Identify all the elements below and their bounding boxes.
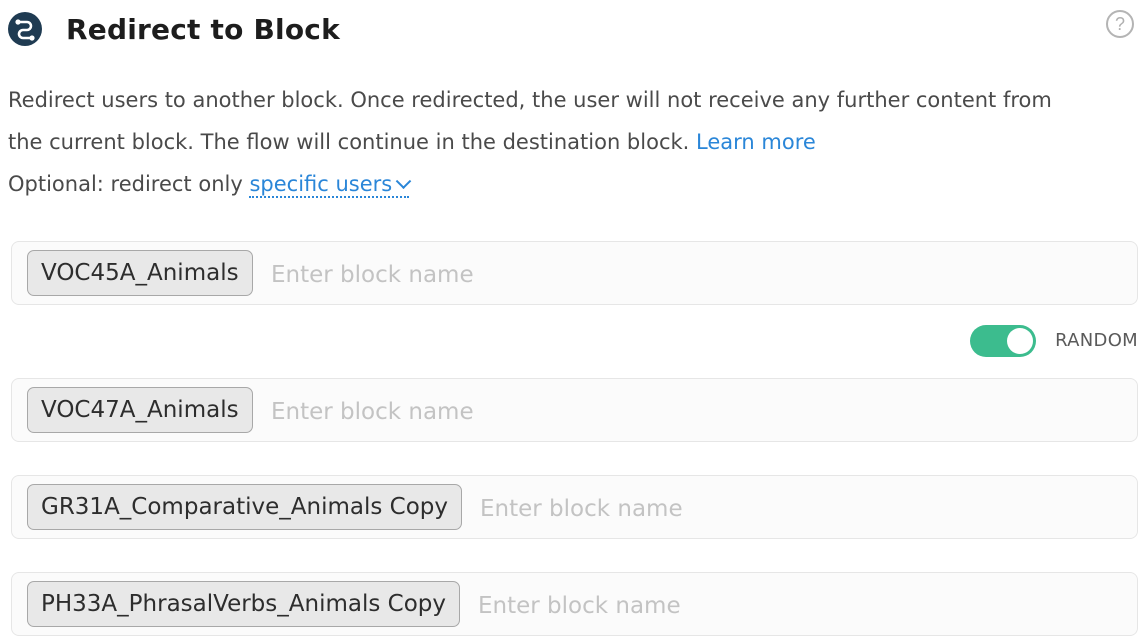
optional-line: Optional: redirect only specific users <box>8 163 1128 205</box>
header: Redirect to Block ? <box>8 8 1134 48</box>
block-selector[interactable]: VOC45A_Animals <box>11 241 1138 305</box>
description-line-2: the current block. The flow will continu… <box>8 130 816 154</box>
chevron-down-icon <box>395 173 412 190</box>
block-name-input[interactable] <box>269 391 1125 433</box>
block-selector[interactable]: VOC47A_Animals <box>11 378 1138 442</box>
block-selector[interactable]: PH33A_PhrasalVerbs_Animals Copy <box>11 572 1138 636</box>
block-chip[interactable]: VOC47A_Animals <box>27 387 253 433</box>
specific-users-label: specific users <box>249 172 393 196</box>
description-line-1: Redirect users to another block. Once re… <box>8 88 1052 112</box>
learn-more-link[interactable]: Learn more <box>696 130 816 154</box>
block-name-input[interactable] <box>478 488 1125 530</box>
block-name-input[interactable] <box>476 585 1125 627</box>
toggle-knob <box>1007 328 1033 354</box>
block-name-input[interactable] <box>269 254 1125 296</box>
block-chip[interactable]: PH33A_PhrasalVerbs_Animals Copy <box>27 581 460 627</box>
block-selector[interactable]: GR31A_Comparative_Animals Copy <box>11 475 1138 539</box>
block-chip[interactable]: VOC45A_Animals <box>27 250 253 296</box>
block-chip[interactable]: GR31A_Comparative_Animals Copy <box>27 484 462 530</box>
page-title: Redirect to Block <box>66 13 340 46</box>
redirect-icon <box>8 12 42 46</box>
random-toggle[interactable] <box>970 325 1036 357</box>
description: Redirect users to another block. Once re… <box>8 79 1128 205</box>
question-icon[interactable]: ? <box>1106 10 1134 38</box>
specific-users-dropdown[interactable]: specific users <box>249 172 412 198</box>
random-label: RANDOM <box>1055 330 1138 351</box>
